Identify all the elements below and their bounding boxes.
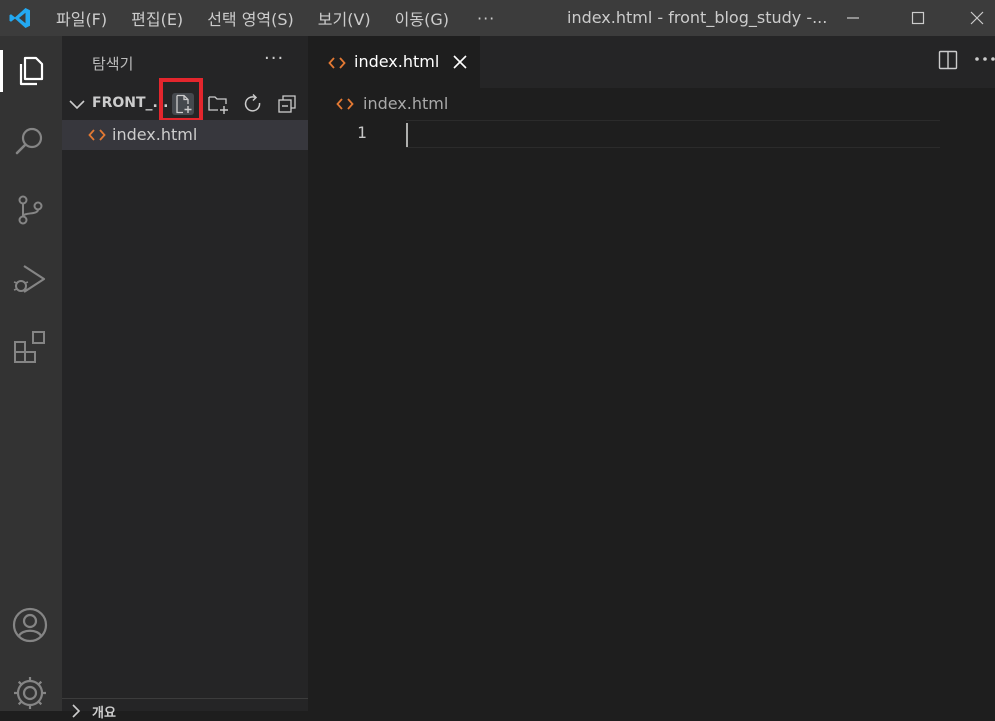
menu-selection[interactable]: 선택 영역(S) [207, 6, 294, 30]
close-tab-icon[interactable] [452, 54, 468, 70]
new-folder-button[interactable] [207, 93, 229, 115]
activity-extensions[interactable] [9, 326, 51, 368]
account-icon [12, 607, 48, 643]
explorer-sidebar: 탐색기 ··· FRONT_... index.html 개요 [62, 36, 308, 721]
menu-more[interactable]: ··· [477, 9, 495, 28]
file-name: index.html [112, 125, 198, 144]
refresh-explorer-button[interactable] [242, 93, 264, 115]
activity-settings[interactable] [9, 672, 51, 714]
minimize-button[interactable] [830, 0, 876, 36]
menu-bar: 파일(F) 편집(E) 선택 영역(S) 보기(V) 이동(G) ··· [56, 0, 519, 36]
source-control-icon [18, 195, 43, 225]
files-icon [19, 56, 44, 86]
activity-explorer[interactable] [9, 50, 51, 92]
gear-icon [14, 677, 46, 709]
chevron-down-icon [69, 100, 85, 110]
vscode-logo-icon[interactable] [8, 6, 32, 30]
breadcrumb-file[interactable]: index.html [363, 94, 448, 113]
activity-source-control[interactable] [9, 189, 51, 231]
activity-search[interactable] [9, 120, 51, 162]
menu-view[interactable]: 보기(V) [318, 6, 371, 30]
active-indicator [0, 50, 3, 92]
more-actions-icon[interactable] [974, 54, 995, 64]
close-icon [970, 11, 984, 25]
code-editor[interactable]: 1 [308, 120, 995, 711]
activity-run-debug[interactable] [9, 258, 51, 300]
window-title: index.html - front_blog_study -... [567, 8, 828, 27]
split-editor-icon[interactable] [938, 50, 958, 70]
text-cursor [406, 123, 408, 147]
breadcrumb: index.html [308, 88, 995, 120]
menu-file[interactable]: 파일(F) [56, 6, 107, 30]
extensions-icon [14, 331, 45, 363]
run-debug-icon [13, 265, 46, 293]
explorer-title: 탐색기 [92, 55, 134, 73]
list-item[interactable]: index.html [62, 120, 308, 150]
minimize-icon [847, 17, 859, 19]
search-icon [15, 127, 43, 155]
tab-label: index.html [354, 52, 440, 71]
chevron-right-icon[interactable] [68, 703, 84, 719]
highlight-box [159, 78, 203, 122]
maximize-icon [911, 11, 925, 25]
activity-bar [0, 36, 62, 711]
collapse-all-icon [278, 95, 296, 113]
tab-index-html[interactable]: index.html [308, 36, 480, 88]
current-line-highlight [406, 120, 940, 148]
line-number: 1 [357, 123, 367, 142]
menu-go[interactable]: 이동(G) [395, 6, 449, 30]
html-file-icon [88, 129, 106, 141]
new-folder-icon [208, 96, 228, 114]
refresh-icon [244, 93, 261, 112]
folder-name: FRONT_... [92, 95, 169, 111]
html-file-icon [328, 57, 346, 69]
collapse-folders-button[interactable] [276, 93, 298, 115]
outline-section-header[interactable]: 개요 [92, 702, 116, 721]
section-divider [62, 698, 308, 699]
editor-tabs: index.html [308, 36, 995, 88]
title-bar: 파일(F) 편집(E) 선택 영역(S) 보기(V) 이동(G) ··· ind… [0, 0, 995, 36]
html-file-icon [336, 98, 354, 110]
explorer-more-button[interactable]: ··· [264, 48, 284, 69]
close-window-button[interactable] [954, 0, 995, 36]
maximize-button[interactable] [895, 0, 941, 36]
activity-accounts[interactable] [9, 604, 51, 646]
menu-edit[interactable]: 편집(E) [131, 6, 183, 30]
